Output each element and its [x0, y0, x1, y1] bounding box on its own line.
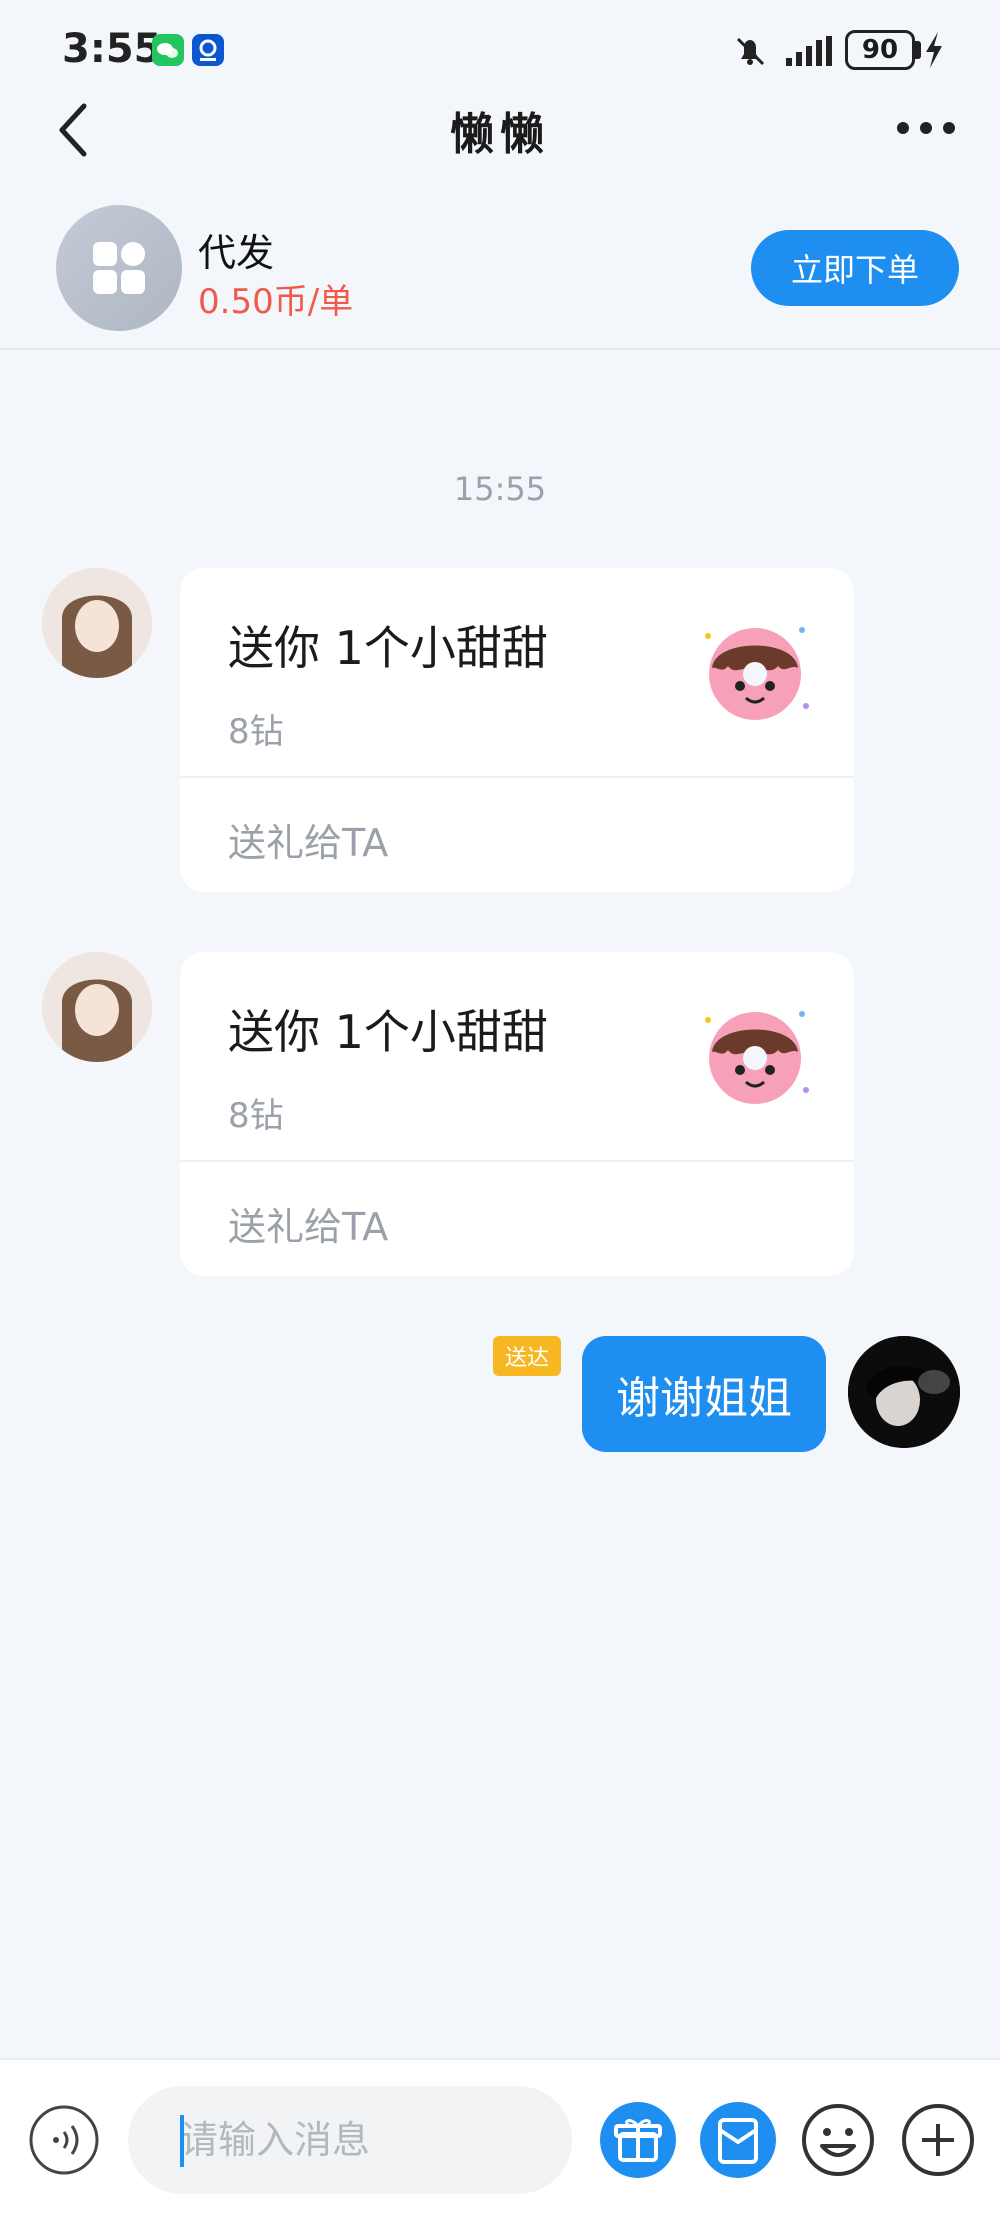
- wechat-icon: [152, 34, 184, 66]
- app-icon: [192, 34, 224, 66]
- service-name: 代发: [198, 231, 275, 275]
- sender-avatar[interactable]: [42, 568, 152, 678]
- send-gift-link[interactable]: 送礼给TA: [228, 812, 388, 867]
- gift-button[interactable]: [600, 2102, 676, 2178]
- donut-icon: [690, 990, 820, 1120]
- gift-price: 8钻: [228, 1096, 284, 1136]
- signal-icon: [776, 34, 834, 68]
- chat-timestamp: 15:55: [453, 470, 547, 508]
- sender-avatar[interactable]: [42, 952, 152, 1062]
- message-input[interactable]: [128, 2086, 572, 2194]
- status-time: 3:55: [62, 26, 162, 72]
- my-avatar[interactable]: [848, 1336, 960, 1448]
- gift-title: 送你 1个小甜甜: [228, 1005, 548, 1059]
- more-options-icon[interactable]: [895, 118, 957, 138]
- bell-off-icon: [733, 34, 767, 68]
- red-packet-button[interactable]: [700, 2102, 776, 2178]
- delivered-badge: 送达: [493, 1336, 561, 1376]
- my-message-bubble[interactable]: 谢谢姐姐: [582, 1336, 826, 1452]
- emoji-button[interactable]: [800, 2102, 876, 2178]
- donut-icon: [690, 606, 820, 736]
- more-actions-button[interactable]: [900, 2102, 976, 2178]
- gift-divider: [180, 1160, 854, 1162]
- service-icon: [56, 205, 182, 331]
- charging-bolt-icon: [922, 30, 946, 70]
- text-caret: [180, 2115, 184, 2167]
- battery-tip: [915, 41, 921, 59]
- page-title: 懒懒: [450, 109, 550, 160]
- gift-divider: [180, 776, 854, 778]
- gift-price: 8钻: [228, 712, 284, 752]
- order-now-button[interactable]: 立即下单: [751, 230, 959, 306]
- gift-title: 送你 1个小甜甜: [228, 621, 548, 675]
- send-gift-link[interactable]: 送礼给TA: [228, 1196, 388, 1251]
- battery-indicator: 90: [845, 30, 915, 70]
- service-price: 0.50币/单: [198, 282, 354, 322]
- voice-input-button[interactable]: [28, 2104, 100, 2176]
